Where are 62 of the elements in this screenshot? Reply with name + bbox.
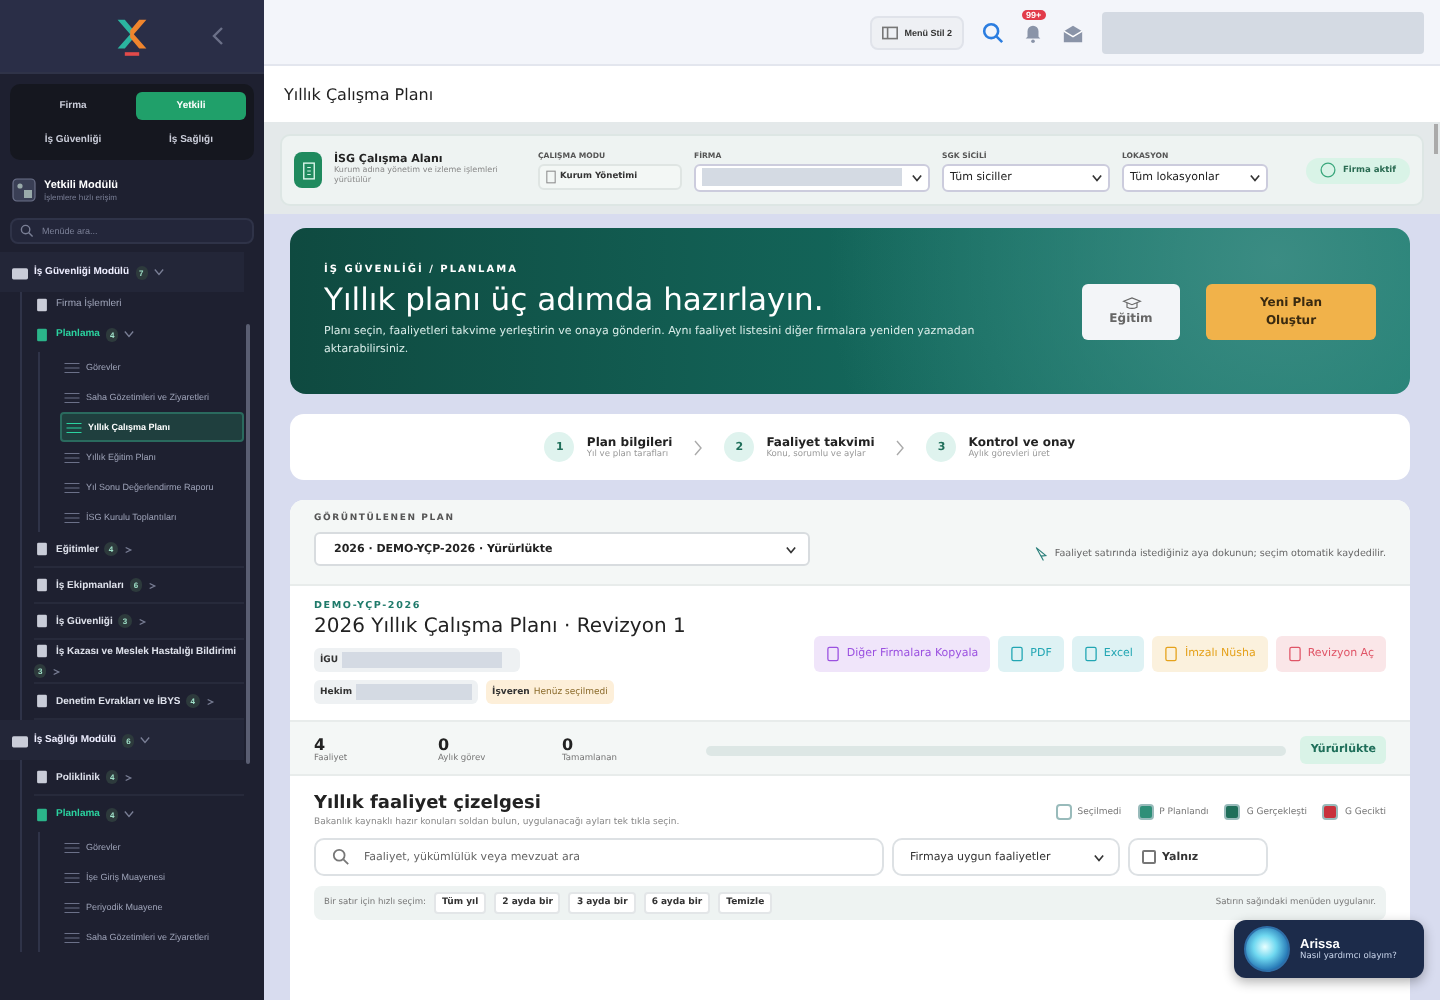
scrollbar[interactable] [1434,124,1438,154]
caret-icon [153,268,164,276]
document-icon [1287,645,1302,661]
caret-icon [140,736,151,744]
list-icon [64,871,80,883]
caret-icon [786,545,796,553]
caret-icon [137,617,148,625]
list-icon [64,511,80,523]
document-icon [34,542,50,556]
list-icon [64,931,80,943]
stat-value: 0 [562,736,574,754]
document-icon [826,645,841,661]
graduation-cap-icon [1121,296,1141,310]
hero-title: Yıllık planı üç adımda hazırlayın. [324,282,826,319]
caret-icon [123,545,134,553]
stat-value: 0 [438,736,450,754]
caret-icon [912,173,922,181]
caret-icon [148,581,159,589]
schedule-title: Yıllık faaliyet çizelgesi [314,794,543,814]
list-icon [66,421,82,433]
plan-title: 2026 Yıllık Çalışma Planı · Revizyon 1 [314,616,686,638]
list-icon [64,361,80,373]
document-icon [34,807,50,821]
checkbox[interactable] [1142,850,1156,864]
scrollbar[interactable] [246,324,250,764]
caret-icon [1094,853,1104,861]
caret-icon [124,773,135,781]
search-icon [332,848,350,866]
list-icon [64,481,80,493]
chevron-icon [896,439,905,455]
chevron-icon [694,439,703,455]
list-icon [64,391,80,403]
check-circle-icon [1320,162,1337,178]
layout-icon [882,25,899,39]
caret-icon [1092,173,1102,181]
caret-icon [52,667,63,675]
document-icon [34,578,50,592]
assistant-orb-icon [1244,926,1290,972]
bell-icon[interactable] [1022,21,1044,43]
caret-icon [124,810,135,818]
module-icon [12,178,36,202]
redacted-block [356,684,473,700]
search-icon [20,224,34,238]
search-icon[interactable] [982,21,1004,43]
collapse-icon[interactable] [212,26,224,46]
caret-icon [205,697,215,705]
pointer-icon [1034,546,1049,562]
mail-icon[interactable] [1062,21,1084,43]
document-icon [1010,645,1025,661]
document-icon [34,770,50,784]
list-icon [64,901,80,913]
list-icon [64,841,80,853]
document-icon [34,694,50,708]
list-icon [64,451,80,463]
caret-icon [124,330,135,338]
document-icon [1083,645,1098,661]
document-icon [1164,645,1179,661]
caret-icon [1250,173,1260,181]
page-title: Yıllık Çalışma Planı [284,85,434,103]
stat-value: 4 [314,736,326,754]
logo-icon [114,14,150,58]
company-select[interactable] [694,163,930,191]
